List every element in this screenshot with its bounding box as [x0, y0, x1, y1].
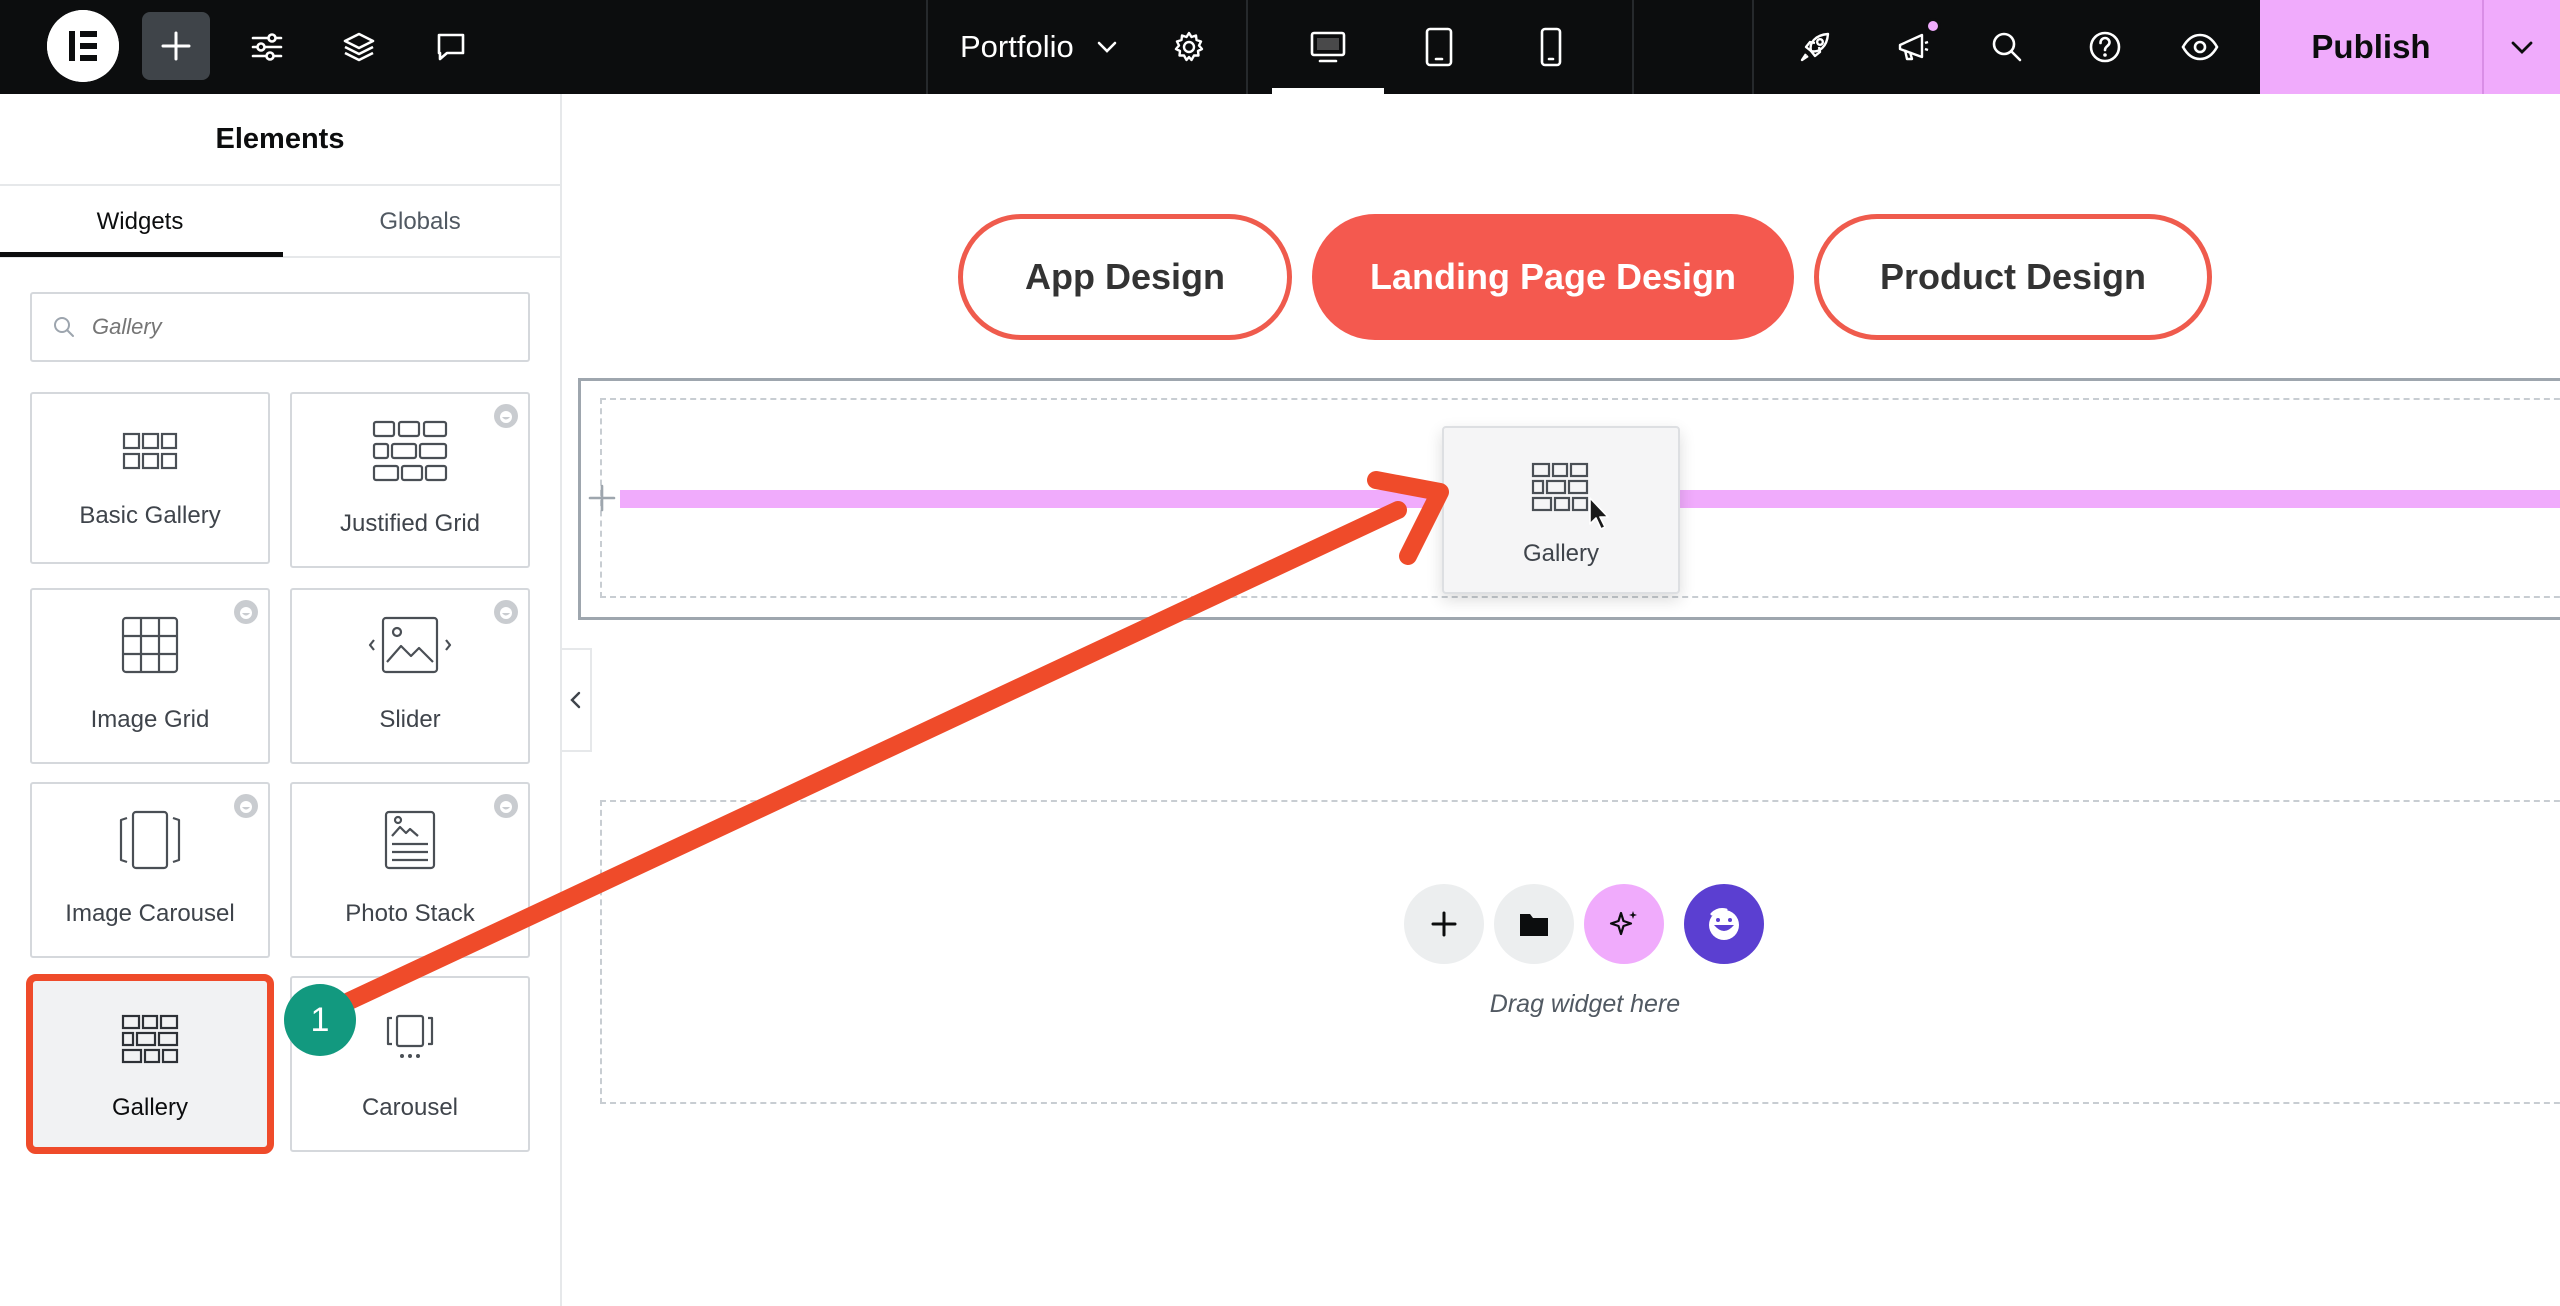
desktop-icon: [1310, 31, 1346, 63]
chevron-left-icon: [570, 691, 581, 709]
tab-globals[interactable]: Globals: [280, 186, 560, 258]
structure-button[interactable]: [332, 0, 386, 94]
gallery-icon: [1531, 462, 1589, 512]
desktop-view-button[interactable]: [1300, 0, 1356, 94]
search-icon: [1992, 32, 2022, 62]
empty-drop-area[interactable]: [600, 800, 2560, 1104]
step-number-badge: 1: [284, 984, 356, 1056]
widget-label: Slider: [379, 706, 441, 733]
panel-tabs: Widgets Globals: [0, 186, 560, 258]
carousel-icon: [386, 1014, 434, 1058]
publish-button[interactable]: Publish: [2260, 0, 2482, 94]
document-title-dropdown[interactable]: Portfolio: [960, 0, 1120, 94]
eye-icon: [2181, 33, 2219, 61]
filter-app-design[interactable]: App Design: [958, 214, 1292, 340]
widget-search[interactable]: [30, 292, 530, 362]
site-settings-button[interactable]: [240, 0, 294, 94]
panel-title: Elements: [0, 94, 560, 186]
collapse-panel-button[interactable]: [562, 648, 592, 752]
divider: [1752, 0, 1754, 94]
help-button[interactable]: [2078, 0, 2132, 94]
chevron-down-icon: [1097, 41, 1117, 53]
add-section-button[interactable]: [1404, 884, 1484, 964]
widget-justified-grid[interactable]: Justified Grid: [290, 392, 530, 568]
plus-icon: [1431, 911, 1457, 937]
mobile-view-button[interactable]: [1524, 0, 1578, 94]
sliders-icon: [251, 33, 283, 61]
mobile-icon: [1540, 27, 1562, 67]
mouse-cursor-icon: [1589, 497, 1609, 530]
notification-dot: [1925, 18, 1941, 34]
photo-stack-icon: [384, 810, 436, 870]
top-bar: Portfolio Publish: [0, 0, 2560, 94]
publish-options-button[interactable]: [2482, 0, 2560, 94]
document-title: Portfolio: [960, 29, 1074, 64]
active-device-indicator: [1272, 88, 1384, 94]
tab-widgets[interactable]: Widgets: [0, 186, 280, 258]
widget-label: Image Grid: [90, 706, 210, 733]
launchpad-button[interactable]: [1788, 0, 1842, 94]
slider-icon: [368, 616, 452, 674]
layers-icon: [343, 32, 375, 62]
divider: [926, 0, 928, 94]
megaphone-icon: [1898, 33, 1929, 61]
widget-image-carousel[interactable]: Image Carousel: [30, 782, 270, 958]
notes-button[interactable]: [424, 0, 478, 94]
plus-icon: [161, 31, 191, 61]
sparkle-icon: [1609, 911, 1637, 936]
widget-photo-stack[interactable]: Photo Stack: [290, 782, 530, 958]
divider: [1632, 0, 1634, 94]
page-settings-button[interactable]: [1162, 0, 1216, 94]
add-element-button[interactable]: [142, 12, 210, 80]
search-icon: [54, 317, 74, 337]
drag-widget-hint: Drag widget here: [1489, 990, 1681, 1018]
widget-label: Photo Stack: [345, 900, 475, 927]
image-grid-icon: [121, 616, 179, 674]
filter-product-design[interactable]: Product Design: [1814, 214, 2212, 340]
highlight-box: [26, 974, 274, 1154]
divider: [1246, 0, 1248, 94]
whats-new-button[interactable]: [1886, 0, 1940, 94]
preview-button[interactable]: [2172, 0, 2228, 94]
widget-label: Justified Grid: [339, 510, 481, 537]
widget-label: Basic Gallery: [79, 502, 221, 529]
widget-label: Carousel: [361, 1094, 459, 1121]
smiley-logo-icon: [1709, 908, 1739, 940]
ai-generate-button[interactable]: [1584, 884, 1664, 964]
tablet-icon: [1425, 27, 1453, 67]
folder-icon: [1520, 914, 1548, 936]
plus-icon[interactable]: [586, 482, 618, 514]
help-icon: [2089, 31, 2121, 63]
comment-icon: [437, 33, 465, 61]
tablet-view-button[interactable]: [1412, 0, 1466, 94]
justified-grid-icon: [372, 420, 448, 482]
kit-library-button[interactable]: [1684, 884, 1764, 964]
widget-basic-gallery[interactable]: Basic Gallery: [30, 392, 270, 564]
chevron-down-icon: [2511, 41, 2533, 54]
dragged-widget-label: Gallery: [1522, 540, 1600, 567]
search-input[interactable]: [92, 314, 512, 340]
widget-label: Image Carousel: [65, 900, 235, 927]
finder-button[interactable]: [1980, 0, 2034, 94]
filter-landing-page-design[interactable]: Landing Page Design: [1312, 214, 1794, 340]
rocket-icon: [1800, 32, 1830, 62]
active-tab-indicator: [0, 252, 283, 257]
widget-slider[interactable]: Slider: [290, 588, 530, 764]
dragged-widget-gallery: Gallery: [1442, 426, 1680, 594]
basic-gallery-icon: [122, 432, 178, 470]
elementor-logo-icon[interactable]: [47, 10, 119, 82]
add-template-button[interactable]: [1494, 884, 1574, 964]
widget-image-grid[interactable]: Image Grid: [30, 588, 270, 764]
gear-icon: [1174, 31, 1204, 62]
image-carousel-icon: [119, 810, 181, 870]
